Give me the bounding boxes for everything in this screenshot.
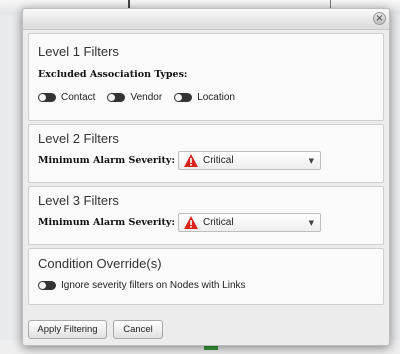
association-toggle-row: Contact Vendor Location	[38, 92, 247, 103]
close-icon[interactable]: ×	[373, 12, 386, 25]
selected-severity: Critical	[203, 217, 234, 228]
dialog-titlebar: ×	[23, 9, 389, 30]
ignore-severity-toggle[interactable]	[38, 281, 56, 290]
override-toggle-row: Ignore severity filters on Nodes with Li…	[38, 280, 258, 291]
cancel-button[interactable]: Cancel	[113, 320, 163, 339]
warning-triangle-icon	[184, 216, 198, 229]
panel-title: Level 1 Filters	[38, 44, 119, 59]
excluded-association-types-label: Excluded Association Types:	[38, 69, 188, 80]
level2-filters-panel: Level 2 Filters Minimum Alarm Severity: …	[28, 124, 384, 183]
contact-toggle-label: Contact	[61, 92, 96, 103]
background-status-mark	[204, 346, 218, 350]
contact-toggle[interactable]	[38, 93, 56, 102]
level1-filters-panel: Level 1 Filters Excluded Association Typ…	[28, 33, 384, 121]
vendor-toggle[interactable]	[107, 93, 126, 102]
panel-title: Level 2 Filters	[38, 131, 119, 146]
ignore-severity-label: Ignore severity filters on Nodes with Li…	[61, 280, 246, 291]
condition-override-panel: Condition Override(s) Ignore severity fi…	[28, 248, 384, 305]
filter-dialog: × Level 1 Filters Excluded Association T…	[22, 8, 390, 346]
minimum-alarm-severity-label: Minimum Alarm Severity:	[38, 217, 175, 228]
apply-filtering-button[interactable]: Apply Filtering	[28, 320, 107, 339]
minimum-alarm-severity-label: Minimum Alarm Severity:	[38, 155, 175, 166]
level3-severity-select[interactable]: Critical ▼	[178, 213, 321, 232]
level2-severity-select[interactable]: Critical ▼	[178, 151, 321, 170]
chevron-down-icon: ▼	[308, 157, 314, 165]
location-toggle-label: Location	[197, 92, 235, 103]
panel-title: Level 3 Filters	[38, 193, 119, 208]
warning-triangle-icon	[184, 154, 198, 167]
selected-severity: Critical	[203, 155, 234, 166]
vendor-toggle-label: Vendor	[130, 92, 163, 103]
level3-filters-panel: Level 3 Filters Minimum Alarm Severity: …	[28, 186, 384, 245]
chevron-down-icon: ▼	[308, 219, 314, 227]
location-toggle[interactable]	[174, 93, 193, 102]
panel-title: Condition Override(s)	[38, 256, 162, 271]
